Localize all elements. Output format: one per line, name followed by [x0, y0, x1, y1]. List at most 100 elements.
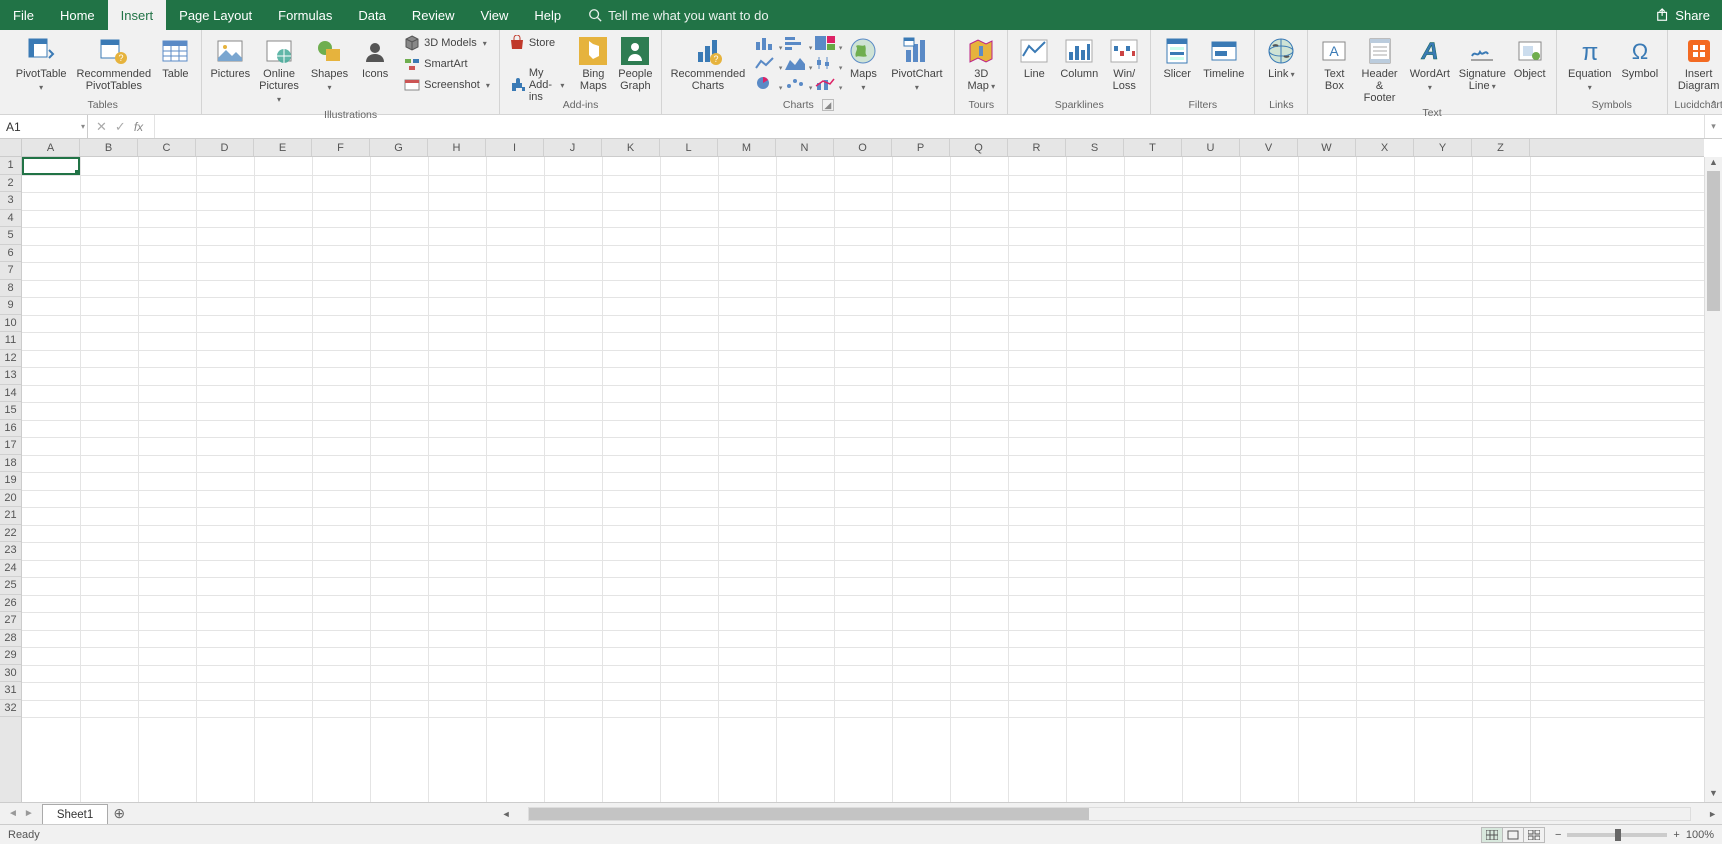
bing-maps-button[interactable]: Bing Maps — [573, 33, 613, 94]
vertical-scroll-thumb[interactable] — [1707, 171, 1720, 311]
online-pictures-button[interactable]: Online Pictures — [254, 33, 304, 108]
expand-formula-bar-button[interactable]: ▾ — [1704, 115, 1722, 138]
row-header-22[interactable]: 22 — [0, 525, 21, 543]
row-header-7[interactable]: 7 — [0, 262, 21, 280]
recommended-charts-button[interactable]: ? Recommended Charts — [668, 33, 747, 94]
combo-chart-button[interactable] — [813, 75, 837, 91]
row-header-17[interactable]: 17 — [0, 437, 21, 455]
share-button[interactable]: Share — [1644, 0, 1722, 30]
pictures-button[interactable]: Pictures — [208, 33, 252, 82]
3d-map-button[interactable]: 3D Map — [961, 33, 1001, 95]
zoom-out-button[interactable]: − — [1555, 829, 1561, 841]
scatter-chart-button[interactable] — [783, 75, 807, 91]
column-header-C[interactable]: C — [138, 139, 196, 156]
recommended-pivottables-button[interactable]: ? Recommended PivotTables — [74, 33, 153, 94]
column-header-M[interactable]: M — [718, 139, 776, 156]
treemap-chart-button[interactable] — [813, 35, 837, 51]
row-header-30[interactable]: 30 — [0, 665, 21, 683]
row-header-2[interactable]: 2 — [0, 175, 21, 193]
column-chart-button[interactable] — [753, 35, 777, 51]
column-header-Z[interactable]: Z — [1472, 139, 1530, 156]
textbox-button[interactable]: AText Box — [1314, 33, 1354, 94]
row-header-31[interactable]: 31 — [0, 682, 21, 700]
row-header-32[interactable]: 32 — [0, 700, 21, 718]
zoom-slider[interactable] — [1567, 833, 1667, 837]
enter-formula-button[interactable]: ✓ — [115, 119, 126, 135]
row-header-27[interactable]: 27 — [0, 612, 21, 630]
insert-diagram-button[interactable]: Insert Diagram — [1674, 33, 1722, 94]
column-header-N[interactable]: N — [776, 139, 834, 156]
row-header-11[interactable]: 11 — [0, 332, 21, 350]
row-header-18[interactable]: 18 — [0, 455, 21, 473]
store-button[interactable]: Store — [506, 33, 568, 53]
sheet-nav-buttons[interactable]: ◄► — [0, 803, 42, 824]
row-header-16[interactable]: 16 — [0, 420, 21, 438]
scroll-left-button[interactable]: ◄ — [499, 809, 514, 819]
name-box[interactable]: A1▾ — [0, 115, 88, 138]
sheet-tab-sheet1[interactable]: Sheet1 — [42, 804, 108, 824]
row-header-6[interactable]: 6 — [0, 245, 21, 263]
people-graph-button[interactable]: People Graph — [615, 33, 655, 94]
column-header-R[interactable]: R — [1008, 139, 1066, 156]
pie-chart-button[interactable] — [753, 75, 777, 91]
tab-review[interactable]: Review — [399, 0, 468, 30]
horizontal-scroll-thumb[interactable] — [529, 808, 1089, 820]
symbol-button[interactable]: ΩSymbol — [1619, 33, 1661, 82]
formula-input[interactable] — [155, 115, 1704, 138]
row-header-8[interactable]: 8 — [0, 280, 21, 298]
table-button[interactable]: Table — [155, 33, 195, 82]
column-header-O[interactable]: O — [834, 139, 892, 156]
zoom-in-button[interactable]: + — [1673, 829, 1679, 841]
row-header-12[interactable]: 12 — [0, 350, 21, 368]
area-chart-button[interactable] — [783, 55, 807, 71]
signature-line-button[interactable]: Signature Line — [1457, 33, 1508, 95]
worksheet-grid[interactable]: ABCDEFGHIJKLMNOPQRSTUVWXYZ 1234567891011… — [0, 139, 1722, 802]
wordart-button[interactable]: AWordArt — [1405, 33, 1455, 96]
scroll-up-button[interactable]: ▲ — [1705, 157, 1722, 171]
column-header-L[interactable]: L — [660, 139, 718, 156]
row-header-20[interactable]: 20 — [0, 490, 21, 508]
maps-button[interactable]: Maps — [843, 33, 883, 96]
tell-me-search[interactable]: Tell me what you want to do — [588, 0, 1644, 30]
tab-page-layout[interactable]: Page Layout — [166, 0, 265, 30]
sparkline-winloss-button[interactable]: Win/ Loss — [1104, 33, 1144, 94]
tab-file[interactable]: File — [0, 0, 47, 30]
page-layout-view-button[interactable] — [1502, 827, 1524, 843]
row-header-25[interactable]: 25 — [0, 577, 21, 595]
column-header-E[interactable]: E — [254, 139, 312, 156]
smartart-button[interactable]: SmartArt — [401, 54, 493, 74]
shapes-button[interactable]: Shapes — [306, 33, 353, 96]
horizontal-scrollbar[interactable]: ◄ ► — [497, 803, 1722, 824]
tab-insert[interactable]: Insert — [108, 0, 167, 30]
3d-models-button[interactable]: 3D Models — [401, 33, 493, 53]
column-header-G[interactable]: G — [370, 139, 428, 156]
select-all-corner[interactable] — [0, 139, 22, 157]
tab-formulas[interactable]: Formulas — [265, 0, 345, 30]
zoom-slider-thumb[interactable] — [1615, 829, 1621, 841]
bar-chart-button[interactable] — [783, 35, 807, 51]
column-header-S[interactable]: S — [1066, 139, 1124, 156]
column-header-F[interactable]: F — [312, 139, 370, 156]
row-header-29[interactable]: 29 — [0, 647, 21, 665]
column-header-P[interactable]: P — [892, 139, 950, 156]
column-header-V[interactable]: V — [1240, 139, 1298, 156]
row-header-24[interactable]: 24 — [0, 560, 21, 578]
row-header-23[interactable]: 23 — [0, 542, 21, 560]
row-header-10[interactable]: 10 — [0, 315, 21, 333]
cancel-formula-button[interactable]: ✕ — [96, 119, 107, 135]
normal-view-button[interactable] — [1481, 827, 1503, 843]
tab-view[interactable]: View — [467, 0, 521, 30]
column-header-D[interactable]: D — [196, 139, 254, 156]
row-header-9[interactable]: 9 — [0, 297, 21, 315]
stock-chart-button[interactable] — [813, 55, 837, 71]
column-header-B[interactable]: B — [80, 139, 138, 156]
column-header-I[interactable]: I — [486, 139, 544, 156]
column-header-Q[interactable]: Q — [950, 139, 1008, 156]
pivotchart-button[interactable]: PivotChart — [885, 33, 948, 96]
column-header-X[interactable]: X — [1356, 139, 1414, 156]
column-header-Y[interactable]: Y — [1414, 139, 1472, 156]
equation-button[interactable]: πEquation — [1563, 33, 1617, 96]
row-header-5[interactable]: 5 — [0, 227, 21, 245]
column-header-U[interactable]: U — [1182, 139, 1240, 156]
tab-data[interactable]: Data — [345, 0, 398, 30]
